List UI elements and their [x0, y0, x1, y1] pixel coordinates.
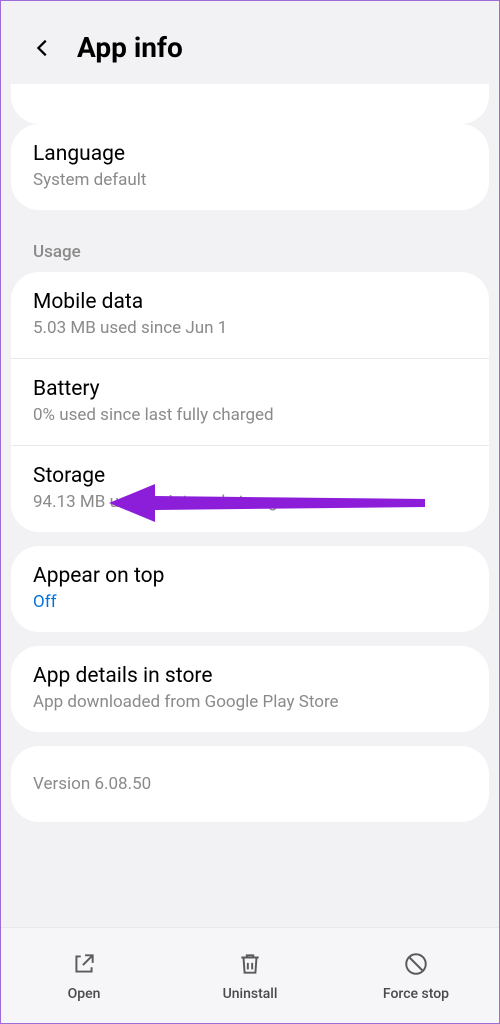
open-icon: [70, 950, 98, 978]
store-details-item[interactable]: App details in store App downloaded from…: [11, 646, 489, 732]
back-icon[interactable]: [31, 36, 55, 60]
open-button[interactable]: Open: [1, 950, 167, 1002]
page-title: App info: [77, 31, 183, 64]
uninstall-label: Uninstall: [223, 986, 278, 1002]
appear-on-top-card: Appear on top Off: [11, 546, 489, 632]
battery-title: Battery: [33, 377, 467, 401]
force-stop-button[interactable]: Force stop: [333, 950, 499, 1002]
battery-value: 0% used since last fully charged: [33, 405, 467, 425]
bottom-bar: Open Uninstall Force stop: [1, 927, 499, 1023]
trash-icon: [236, 950, 264, 978]
usage-card: Mobile data 5.03 MB used since Jun 1 Bat…: [11, 272, 489, 532]
store-details-value: App downloaded from Google Play Store: [33, 692, 467, 712]
store-details-title: App details in store: [33, 664, 467, 688]
uninstall-button[interactable]: Uninstall: [167, 950, 333, 1002]
language-item[interactable]: Language System default: [11, 124, 489, 210]
language-card: Language System default: [11, 124, 489, 210]
language-title: Language: [33, 142, 467, 166]
appear-on-top-title: Appear on top: [33, 564, 467, 588]
battery-item[interactable]: Battery 0% used since last fully charged: [11, 358, 489, 445]
open-label: Open: [68, 986, 101, 1002]
version-card: Version 6.08.50: [11, 746, 489, 822]
header: App info: [1, 1, 499, 84]
mobile-data-title: Mobile data: [33, 290, 467, 314]
mobile-data-value: 5.03 MB used since Jun 1: [33, 318, 467, 338]
version-text: Version 6.08.50: [11, 746, 489, 822]
appear-on-top-item[interactable]: Appear on top Off: [11, 546, 489, 632]
mobile-data-item[interactable]: Mobile data 5.03 MB used since Jun 1: [11, 272, 489, 358]
content: Language System default Usage Mobile dat…: [1, 84, 499, 822]
section-label-usage: Usage: [11, 224, 489, 272]
storage-title: Storage: [33, 464, 467, 488]
force-stop-icon: [402, 950, 430, 978]
appear-on-top-value: Off: [33, 592, 467, 612]
storage-item[interactable]: Storage 94.13 MB used in Internal storag…: [11, 445, 489, 532]
language-value: System default: [33, 170, 467, 190]
previous-card-peek: [11, 84, 489, 124]
storage-value: 94.13 MB used in Internal storage: [33, 492, 467, 512]
store-details-card: App details in store App downloaded from…: [11, 646, 489, 732]
force-stop-label: Force stop: [383, 986, 449, 1002]
